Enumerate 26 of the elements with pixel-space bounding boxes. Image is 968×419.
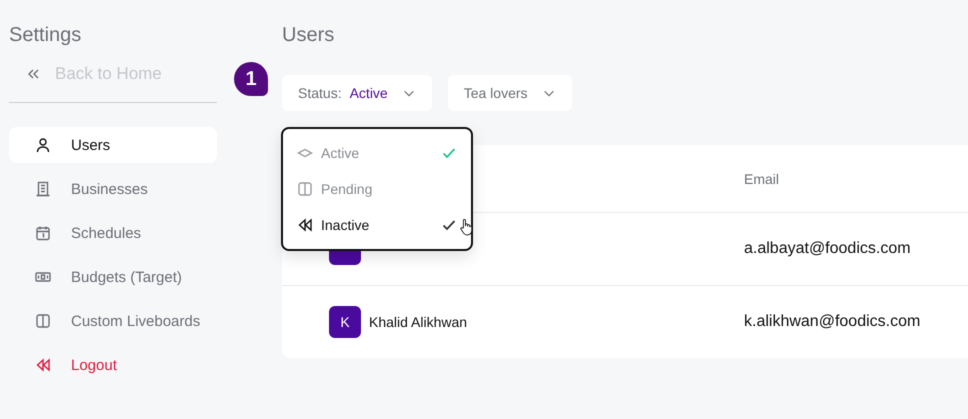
user-icon xyxy=(35,137,51,153)
step-badge: 1 xyxy=(234,62,268,96)
sidebar-item[interactable]: Budgets (Target) xyxy=(9,259,217,295)
email-cell-text: a.albayat@foodics.com xyxy=(744,240,912,258)
menu-option[interactable]: Active xyxy=(283,135,471,171)
sidebar-item[interactable]: Businesses xyxy=(9,171,217,207)
menu-option[interactable]: Pending xyxy=(283,171,471,207)
email-cell-text: k.alikhwan@foodics.com xyxy=(744,313,922,331)
sidebar-item[interactable]: Custom Liveboards xyxy=(9,303,217,339)
page-title: Users xyxy=(282,24,336,48)
rewind-icon xyxy=(297,217,313,233)
user-name: Khalid Alikhwan xyxy=(369,314,468,330)
sidebar-item[interactable]: Logout xyxy=(9,347,217,383)
sidebar-item[interactable]: Users xyxy=(9,127,217,163)
filter-dropdown[interactable]: Tea lovers xyxy=(448,75,572,111)
sidebar-item[interactable]: Schedules xyxy=(9,215,217,251)
building-icon xyxy=(35,181,51,197)
filter-dropdown[interactable]: Status: Active xyxy=(282,75,432,111)
menu-option[interactable]: Inactive xyxy=(283,207,471,243)
columns-icon xyxy=(297,181,313,197)
calendar-icon xyxy=(35,225,51,241)
sidebar-title: Settings xyxy=(9,24,82,48)
column-header: Email xyxy=(744,170,780,186)
avatar: K xyxy=(329,306,361,338)
columns-icon xyxy=(35,313,51,329)
rewind-icon xyxy=(35,357,51,373)
